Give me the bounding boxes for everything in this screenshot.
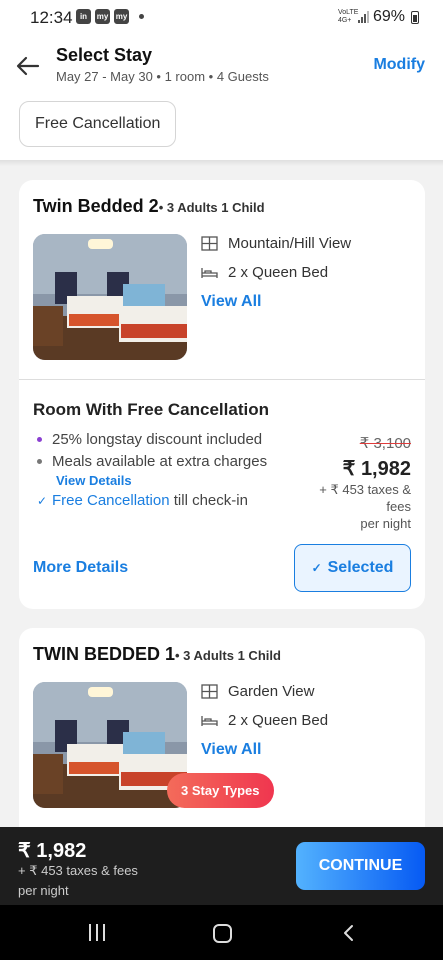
room-name-text: TWIN BEDDED 1 <box>33 644 176 664</box>
inclusion-text: 25% longstay discount included <box>52 431 263 448</box>
inclusion-text: Meals available at extra charges <box>52 453 268 470</box>
free-cancellation-highlight: Free Cancellation <box>52 492 170 509</box>
room-occupancy: • 3 Adults 1 Child <box>158 200 265 215</box>
per-night-text: per night <box>360 516 411 531</box>
check-icon: ✓ <box>37 493 48 508</box>
check-icon: ✓ <box>311 561 322 575</box>
bed-type-label: 2 x Queen Bed <box>228 712 329 729</box>
more-notifications-icon <box>139 14 144 19</box>
back-icon[interactable] <box>340 924 358 942</box>
makemytrip-icon: my <box>95 9 110 24</box>
taxes-info: + ₹ 453 taxes & fees per night <box>311 481 411 532</box>
modify-button[interactable]: Modify <box>373 56 425 74</box>
inclusion-item: 25% longstay discount included <box>37 431 262 448</box>
inclusion-item: ✓ Free Cancellation till check-in <box>37 492 248 509</box>
continue-button[interactable]: CONTINUE <box>296 842 425 890</box>
view-all-link[interactable]: View All <box>201 293 261 311</box>
room-occupancy: • 3 Adults 1 Child <box>175 648 281 663</box>
stay-types-badge[interactable]: 3 Stay Types <box>167 773 274 808</box>
page-title: Select Stay <box>56 45 153 65</box>
room-card: Twin Bedded 2• 3 Adults 1 Child Mountain… <box>19 180 425 609</box>
battery-level: 69% <box>372 8 405 25</box>
selected-label: Selected <box>327 559 394 576</box>
system-nav-bar <box>0 905 443 960</box>
header-shadow <box>0 160 443 166</box>
room-name: Twin Bedded 2• 3 Adults 1 Child <box>33 196 265 217</box>
divider <box>19 379 425 380</box>
network-type-icon: VoLTE 4G+ <box>337 9 359 24</box>
status-time: 12:34 <box>30 8 73 27</box>
room-view-label: Garden View <box>228 683 315 700</box>
discounted-price: ₹ 1,982 <box>342 458 411 480</box>
view-all-link[interactable]: View All <box>201 741 261 759</box>
status-indicators: VoLTE 4G+ 69% <box>338 8 419 26</box>
notification-icons: in my my <box>76 9 144 24</box>
room-card: TWIN BEDDED 1• 3 Adults 1 Child 3 Stay T… <box>19 628 425 848</box>
room-view-label: Mountain/Hill View <box>228 235 352 252</box>
back-arrow-icon[interactable] <box>14 52 42 80</box>
room-photo[interactable] <box>33 234 187 360</box>
signal-icon <box>357 11 369 23</box>
view-icon <box>201 236 218 251</box>
header: Select Stay May 27 - May 30 • 1 room • 4… <box>0 36 443 160</box>
free-cancellation-text: Free Cancellation till check-in <box>52 492 248 509</box>
original-price: ₹ 3,100 <box>359 435 411 452</box>
bullet-icon <box>37 459 42 464</box>
taxes-text: + ₹ 453 taxes & fees <box>319 482 411 514</box>
booking-footer: ₹ 1,982 + ₹ 453 taxes & fees per night C… <box>0 827 443 905</box>
rate-plan-title: Room With Free Cancellation <box>33 400 269 419</box>
view-details-link[interactable]: View Details <box>56 473 132 488</box>
more-details-link[interactable]: More Details <box>33 559 128 577</box>
inclusion-item: Meals available at extra charges <box>37 453 267 470</box>
bed-type-feature: 2 x Queen Bed <box>201 712 328 729</box>
free-cancellation-filter-chip[interactable]: Free Cancellation <box>19 101 177 147</box>
footer-per-night: per night <box>18 883 69 898</box>
bed-icon <box>201 268 218 278</box>
bed-type-label: 2 x Queen Bed <box>228 264 329 281</box>
room-view-feature: Garden View <box>201 683 314 700</box>
selected-button[interactable]: ✓ Selected <box>294 544 411 592</box>
battery-icon <box>411 10 419 24</box>
view-icon <box>201 684 218 699</box>
footer-price: ₹ 1,982 <box>18 840 87 862</box>
home-icon[interactable] <box>213 924 232 943</box>
bed-type-feature: 2 x Queen Bed <box>201 264 328 281</box>
room-name: TWIN BEDDED 1• 3 Adults 1 Child <box>33 644 281 665</box>
bullet-icon <box>37 437 42 442</box>
free-cancellation-rest: till check-in <box>169 492 248 509</box>
stay-summary: May 27 - May 30 • 1 room • 4 Guests <box>56 69 269 84</box>
room-view-feature: Mountain/Hill View <box>201 235 351 252</box>
bed-icon <box>201 716 218 726</box>
linkedin-icon: in <box>76 9 91 24</box>
makemytrip-icon-2: my <box>114 9 129 24</box>
room-name-text: Twin Bedded 2 <box>33 196 159 216</box>
room-photo[interactable] <box>33 682 187 808</box>
status-bar: 12:34 in my my VoLTE 4G+ 69% <box>0 0 443 36</box>
recent-apps-icon[interactable] <box>89 924 105 941</box>
footer-taxes: + ₹ 453 taxes & fees <box>18 863 138 878</box>
